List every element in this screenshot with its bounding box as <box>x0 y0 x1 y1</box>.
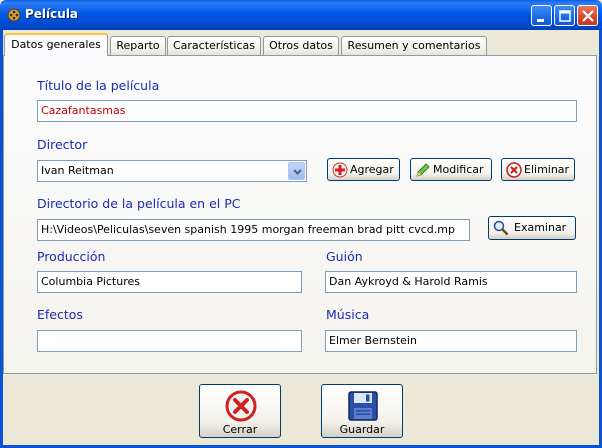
delete-icon <box>506 162 522 178</box>
chevron-down-icon <box>293 169 302 175</box>
tab-otros-datos[interactable]: Otros datos <box>263 36 339 55</box>
minimize-button[interactable] <box>531 5 552 26</box>
examinar-label: Examinar <box>514 221 567 234</box>
tab-resumen-comentarios[interactable]: Resumen y comentarios <box>341 36 487 55</box>
eliminar-label: Eliminar <box>524 163 570 176</box>
musica-label: Música <box>326 307 370 322</box>
window-title: Película <box>25 7 79 21</box>
title-bar[interactable]: Película <box>0 0 602 30</box>
film-reel-icon <box>7 8 21 22</box>
efectos-input[interactable] <box>37 330 302 352</box>
director-value: Ivan Reitman <box>41 164 114 177</box>
modificar-button[interactable]: Modificar <box>410 158 492 181</box>
magnifier-icon <box>493 220 509 236</box>
floppy-disk-icon <box>348 391 378 421</box>
directorio-label: Directorio de la película en el PC <box>37 196 241 211</box>
guardar-label: Guardar <box>339 423 385 436</box>
close-window-button[interactable] <box>577 5 598 26</box>
agregar-label: Agregar <box>350 163 394 176</box>
produccion-label: Producción <box>37 249 106 264</box>
examinar-button[interactable]: Examinar <box>488 216 576 240</box>
maximize-icon <box>559 10 571 22</box>
produccion-input[interactable]: Columbia Pictures <box>37 271 302 293</box>
eliminar-button[interactable]: Eliminar <box>501 158 575 181</box>
cerrar-label: Cerrar <box>222 423 258 436</box>
agregar-button[interactable]: Agregar <box>327 158 400 181</box>
efectos-label: Efectos <box>37 307 83 322</box>
close-icon <box>582 10 594 22</box>
modificar-label: Modificar <box>433 163 484 176</box>
cerrar-button[interactable]: Cerrar <box>199 384 281 438</box>
guardar-button[interactable]: Guardar <box>321 384 403 438</box>
tab-caracteristicas[interactable]: Características <box>167 36 261 55</box>
pencil-icon <box>416 163 430 177</box>
musica-input[interactable]: Elmer Bernstein <box>325 330 577 352</box>
directorio-input[interactable]: H:\Videos\Peliculas\seven spanish 1995 m… <box>37 219 470 241</box>
tab-datos-generales[interactable]: Datos generales <box>4 33 108 56</box>
director-select[interactable]: Ivan Reitman <box>37 160 307 182</box>
titulo-label: Título de la película <box>37 78 160 93</box>
close-circle-icon <box>225 390 257 422</box>
guion-label: Guión <box>326 249 363 264</box>
minimize-icon <box>537 19 544 22</box>
titulo-input[interactable]: Cazafantasmas <box>37 100 577 122</box>
director-label: Director <box>37 137 88 152</box>
maximize-button[interactable] <box>554 5 575 26</box>
add-icon <box>332 162 348 178</box>
guion-input[interactable]: Dan Aykroyd & Harold Ramis <box>325 271 577 293</box>
tab-reparto[interactable]: Reparto <box>110 36 166 55</box>
dropdown-arrow[interactable] <box>288 162 305 180</box>
